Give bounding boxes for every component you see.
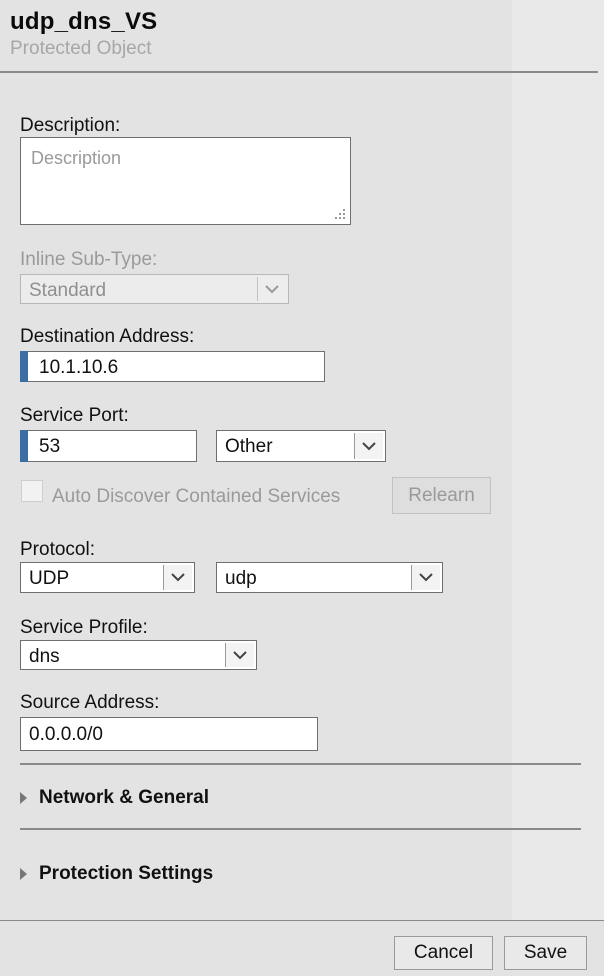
triangle-right-icon xyxy=(20,792,27,804)
header-divider xyxy=(0,71,598,73)
service-port-select[interactable]: Other xyxy=(216,430,386,462)
service-profile-value: dns xyxy=(29,646,60,667)
protocol-select[interactable]: UDP xyxy=(20,562,195,593)
resize-grip-icon[interactable] xyxy=(334,208,346,220)
panel-side-strip xyxy=(512,0,604,920)
service-port-label: Service Port: xyxy=(20,405,129,426)
service-profile-label: Service Profile: xyxy=(20,617,148,638)
destination-address-input[interactable]: 10.1.10.6 xyxy=(20,351,325,382)
triangle-right-icon xyxy=(20,868,27,880)
auto-discover-label: Auto Discover Contained Services xyxy=(52,486,341,507)
page-header: udp_dns_VS Protected Object xyxy=(10,8,157,60)
inline-subtype-value: Standard xyxy=(29,280,107,301)
service-port-select-value: Other xyxy=(225,436,273,457)
page-title: udp_dns_VS xyxy=(10,8,158,35)
relearn-button[interactable]: Relearn xyxy=(392,477,491,514)
required-marker xyxy=(20,430,28,462)
section-divider xyxy=(20,763,581,765)
chevron-down-icon xyxy=(411,565,440,590)
description-textarea[interactable]: Description xyxy=(20,137,351,225)
section-network-general[interactable]: Network & General xyxy=(20,787,209,809)
page-subtitle: Protected Object xyxy=(10,38,152,59)
protocol-subtype-select[interactable]: udp xyxy=(216,562,443,593)
save-button[interactable]: Save xyxy=(504,936,587,970)
destination-address-label: Destination Address: xyxy=(20,326,195,347)
chevron-down-icon xyxy=(257,277,286,301)
section-protection-settings-label: Protection Settings xyxy=(39,863,214,884)
description-label: Description: xyxy=(20,115,121,136)
protocol-value: UDP xyxy=(29,568,70,589)
required-marker xyxy=(20,351,28,382)
chevron-down-icon xyxy=(354,433,383,459)
section-network-general-label: Network & General xyxy=(39,787,209,808)
auto-discover-checkbox[interactable] xyxy=(21,480,43,502)
source-address-value: 0.0.0.0/0 xyxy=(29,724,103,745)
destination-address-value: 10.1.10.6 xyxy=(39,357,119,378)
cancel-button[interactable]: Cancel xyxy=(394,936,493,970)
source-address-input[interactable]: 0.0.0.0/0 xyxy=(20,717,318,751)
protocol-label: Protocol: xyxy=(20,539,95,560)
chevron-down-icon xyxy=(225,643,254,667)
inline-subtype-select[interactable]: Standard xyxy=(20,274,289,304)
source-address-label: Source Address: xyxy=(20,692,160,713)
protocol-subtype-value: udp xyxy=(225,568,257,589)
inline-subtype-label: Inline Sub-Type: xyxy=(20,249,158,270)
section-protection-settings[interactable]: Protection Settings xyxy=(20,863,213,885)
chevron-down-icon xyxy=(163,565,192,590)
service-profile-select[interactable]: dns xyxy=(20,640,257,670)
description-placeholder: Description xyxy=(31,148,122,168)
service-port-input[interactable]: 53 xyxy=(20,430,197,462)
footer-divider xyxy=(0,920,604,921)
service-port-value: 53 xyxy=(39,436,61,457)
section-divider xyxy=(20,828,581,830)
